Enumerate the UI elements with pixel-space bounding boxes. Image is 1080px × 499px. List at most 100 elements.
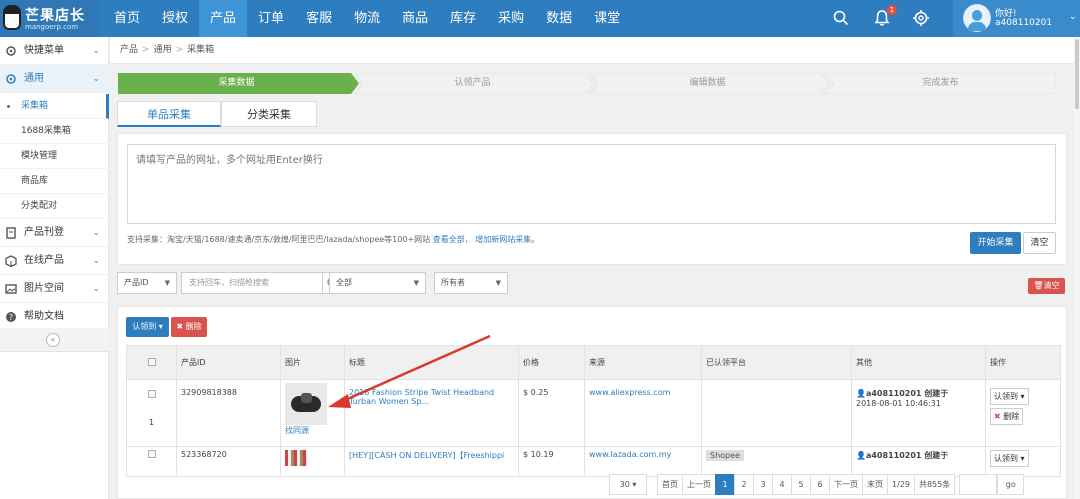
table-row: 523368720 [HEY][CASH ON DELIVERY]【Freesh… [126,446,1061,477]
header-title: 标题 [344,345,519,380]
find-same-source-link[interactable]: 找同源 [285,426,309,435]
sidebar-group-image-space[interactable]: 图片空间 ⌄ [0,275,109,303]
page-button-1[interactable]: 1 [715,474,734,495]
search-icon[interactable] [832,9,850,27]
owner-select[interactable]: 所有者 ▼ [434,272,508,294]
sidebar-group-shortcuts[interactable]: 快捷菜单 ⌄ [0,37,109,65]
pagination: 30 ▾ 首页 上一页 1 2 3 4 5 6 下一页 末页 1/29 共855… [609,474,1025,495]
row-claim-button[interactable]: 认领到 ▾ [990,388,1029,405]
step-publish: 完成发布 [922,78,959,88]
page-button-2[interactable]: 2 [734,474,753,495]
page-button-3[interactable]: 3 [753,474,772,495]
nav-item-purchase[interactable]: 采购 [487,0,535,37]
go-button[interactable]: go [997,474,1025,495]
select-all-checkbox[interactable] [147,357,156,366]
main-nav: 首页 授权 产品 订单 客服 物流 商品 库存 采购 数据 课堂 [103,0,631,37]
caret-down-icon: ▼ [413,279,419,287]
row-index: 1 [148,418,155,427]
sidebar-group-online-products[interactable]: 在线产品 ⌄ [0,247,109,275]
row-delete-button[interactable]: ✖ 删除 [990,408,1024,425]
breadcrumb-item[interactable]: 通用 [154,45,172,55]
header-claimed-platforms: 已认领平台 [701,345,852,380]
product-title-link[interactable]: 2018 Fashion Stripe Twist Headband Turba… [349,388,494,406]
source-link[interactable]: www.aliexpress.com [589,388,670,397]
sidebar-item-category-mapping[interactable]: 分类配对 [0,194,109,219]
tab-category-collect[interactable]: 分类采集 [221,101,317,127]
row-checkbox[interactable] [147,390,156,398]
support-sites-text: 支持采集：淘宝/天猫/1688/速卖通/京东/敦煌/阿里巴巴/lazada/sh… [127,235,540,244]
sidebar-group-general[interactable]: 通用 ⌄ [0,65,109,93]
clear-input-button[interactable]: 清空 [1023,232,1056,254]
product-thumbnail[interactable] [285,450,307,466]
product-title-link[interactable]: [HEY][CASH ON DELIVERY]【Freeshippi [349,451,504,460]
sidebar-group-listing[interactable]: 产品刊登 ⌄ [0,219,109,247]
add-site-link[interactable]: 增加新网站采集 [475,235,531,244]
scrollbar-thumb[interactable] [1075,39,1079,109]
sidebar-item-module-management[interactable]: 模块管理 [0,144,109,169]
avatar [963,4,991,32]
page-jump-input[interactable] [959,474,998,495]
caret-down-icon: ▼ [164,279,170,287]
first-page-button[interactable]: 首页 [657,474,682,495]
row-claim-label: 认领到 [994,392,1018,401]
nav-item-product[interactable]: 产品 [199,0,248,37]
page-button-5[interactable]: 5 [791,474,810,495]
nav-item-class[interactable]: 课堂 [583,0,631,37]
nav-item-home[interactable]: 首页 [103,0,151,37]
product-thumbnail[interactable] [285,383,327,425]
view-all-link[interactable]: 查看全部 [433,235,465,244]
claim-to-button[interactable]: 认领到 ▾ [126,317,169,337]
image-icon [5,284,17,294]
source-link[interactable]: www.lazada.com.my [589,450,671,459]
page-size-select[interactable]: 30 ▾ [609,474,647,495]
nav-item-service[interactable]: 客服 [295,0,343,37]
last-page-button[interactable]: 末页 [862,474,887,495]
page-scrollbar[interactable] [1074,37,1080,499]
header-price: 价格 [518,345,585,380]
clear-all-button[interactable]: 🗑清空 [1028,278,1065,294]
status-select[interactable]: 全部 ▼ [329,272,426,294]
page-button-6[interactable]: 6 [810,474,829,495]
logo[interactable]: 芒果店长 mangoerp.com [0,0,100,37]
url-input[interactable] [127,144,1056,224]
collapse-sidebar-icon[interactable]: « [46,333,60,347]
row-checkbox[interactable] [147,450,156,458]
next-page-button[interactable]: 下一页 [829,474,862,495]
gear-icon [6,46,16,56]
chevron-down-icon: ⌄ [1069,12,1077,22]
nav-item-data[interactable]: 数据 [535,0,583,37]
page-button-4[interactable]: 4 [772,474,791,495]
header-image: 图片 [280,345,345,380]
nav-item-logistics[interactable]: 物流 [343,0,391,37]
nav-item-goods[interactable]: 商品 [391,0,439,37]
claim-label: 认领到 [132,322,157,331]
sidebar-item-1688-collect-box[interactable]: 1688采集箱 [0,119,109,144]
gear-icon [6,74,16,84]
collect-panel: 支持采集：淘宝/天猫/1688/速卖通/京东/敦煌/阿里巴巴/lazada/sh… [117,133,1067,265]
start-collect-button[interactable]: 开始采集 [970,232,1021,254]
nav-item-auth[interactable]: 授权 [151,0,199,37]
created-time: 2018-08-01 10:46:31 [856,399,941,408]
breadcrumb-item[interactable]: 产品 [120,45,138,55]
nav-item-inventory[interactable]: 库存 [439,0,487,37]
page-info: 1/29 [887,474,914,495]
nav-item-order[interactable]: 订单 [247,0,295,37]
search-input[interactable]: 支持回车，扫描枪搜索 [181,272,323,294]
row-claim-button[interactable]: 认领到 ▾ [990,450,1029,467]
logo-mascot-icon [3,5,21,30]
delete-button[interactable]: ✖ 删除 [171,317,207,337]
user-menu[interactable]: 你好! a408110201 ⌄ [953,0,1080,37]
header-select-all[interactable] [126,345,177,380]
header-product-id: 产品ID [176,345,281,380]
id-type-select[interactable]: 产品ID ▼ [117,272,177,294]
chevron-down-icon: ⌄ [92,46,100,56]
settings-gear-icon[interactable] [912,9,930,27]
prev-page-button[interactable]: 上一页 [682,474,715,495]
user-icon: 👤 [856,451,866,460]
sidebar-group-help[interactable]: ? 帮助文档 [0,303,109,331]
sidebar-item-collect-box[interactable]: 采集箱 [0,94,109,119]
sidebar-item-goods-library[interactable]: 商品库 [0,169,109,194]
header-actions: 操作 [985,345,1061,380]
top-nav-bar: 芒果店长 mangoerp.com 首页 授权 产品 订单 客服 物流 商品 库… [0,0,1080,37]
tab-single-collect[interactable]: 单品采集 [117,101,221,127]
